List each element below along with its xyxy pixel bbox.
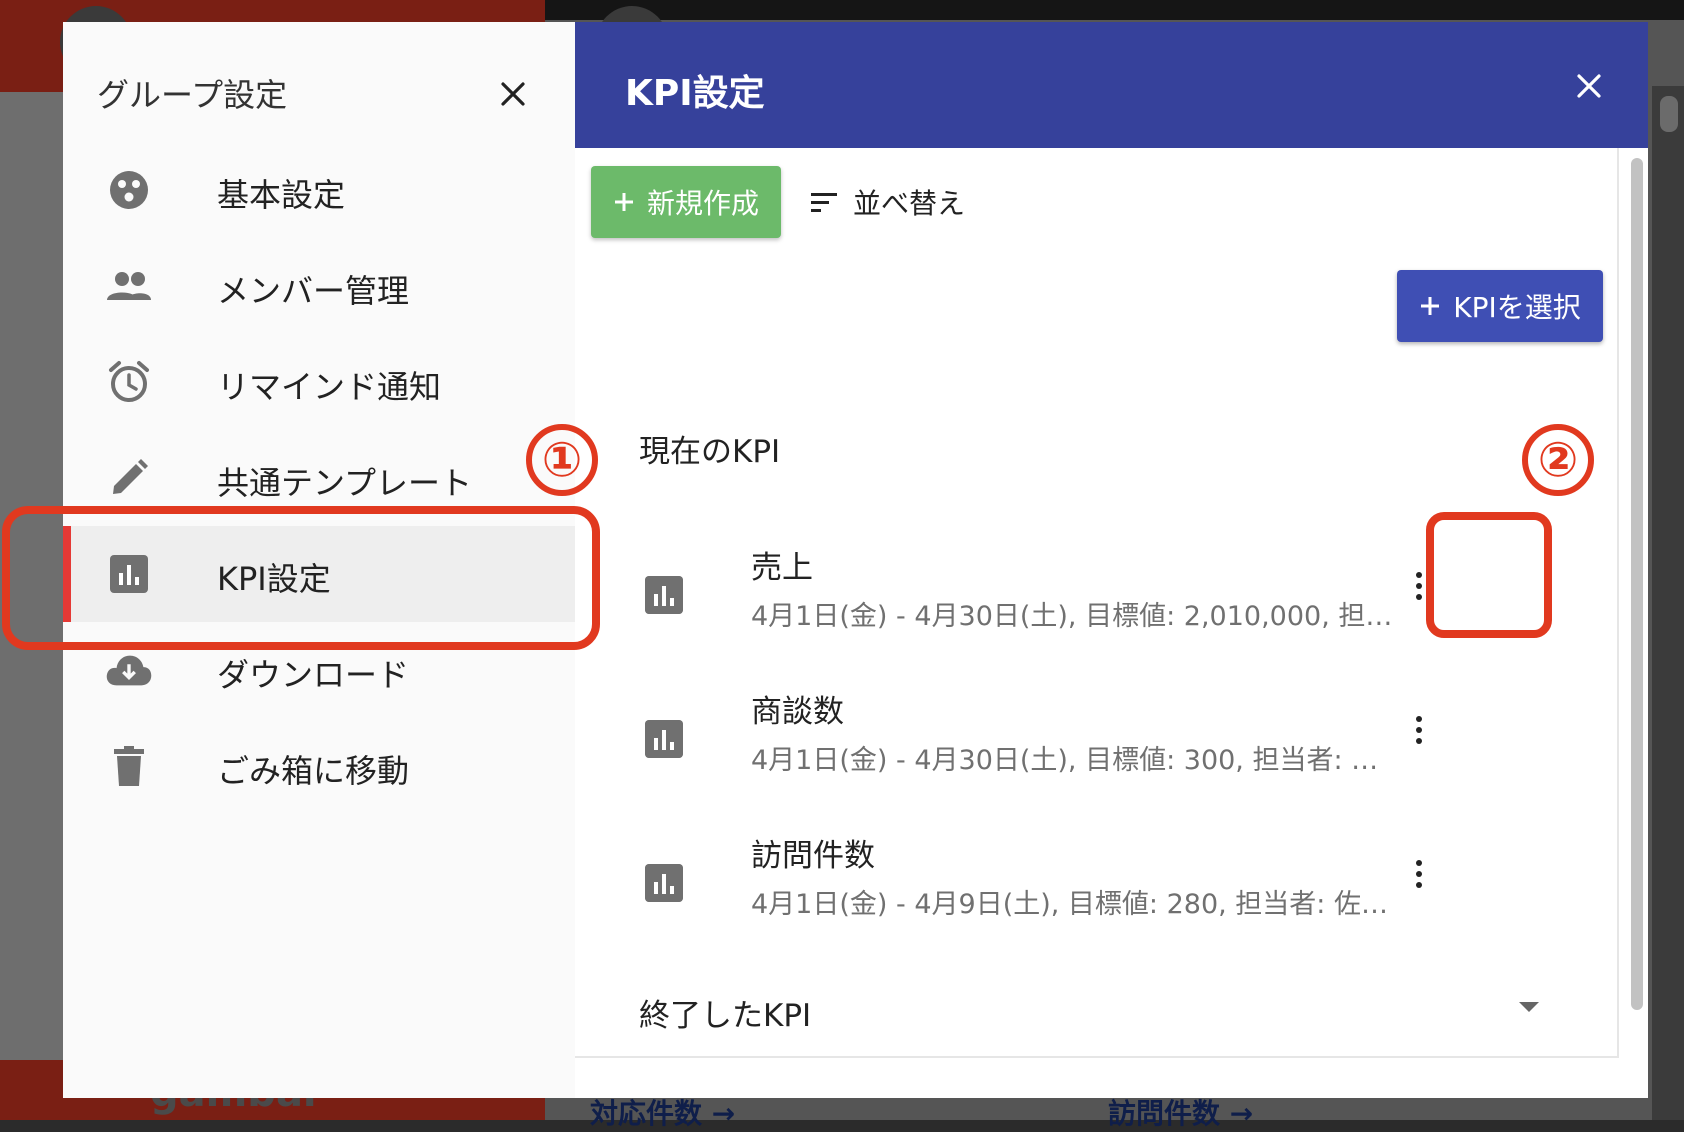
sort-icon	[811, 193, 837, 212]
kpi-name: 商談数	[751, 694, 844, 730]
group-settings-title: グループ設定	[97, 76, 288, 114]
kpi-more-menu-button[interactable]	[1395, 700, 1443, 760]
annotation-step-1: ①	[526, 424, 598, 496]
kpi-name: 訪問件数	[751, 838, 875, 874]
kpi-list-item[interactable]: 訪問件数 4月1日(金) - 4月9日(土), 目標値: 280, 担当者: 佐…	[575, 830, 1619, 964]
kpi-scrollbar-thumb[interactable]	[1631, 158, 1643, 1010]
close-icon	[1577, 74, 1601, 98]
annotation-highlight-kpi-settings	[2, 506, 600, 650]
pencil-icon	[105, 454, 153, 502]
kpi-more-menu-button[interactable]	[1395, 844, 1443, 904]
menu-item-remind-notification[interactable]: リマインド通知	[63, 334, 575, 430]
kpi-detail: 4月1日(金) - 4月30日(土), 目標値: 2,010,000, 担当者:…	[751, 601, 1401, 632]
menu-item-label: 基本設定	[217, 176, 346, 214]
menu-item-label: ごみ箱に移動	[217, 752, 410, 790]
menu-item-member-management[interactable]: メンバー管理	[63, 238, 575, 334]
new-kpi-label: 新規作成	[646, 187, 759, 220]
menu-item-label: ダウンロード	[217, 656, 410, 694]
chart-icon	[645, 864, 683, 902]
annotation-highlight-more-menu	[1426, 512, 1552, 638]
background-top-bar	[545, 0, 1684, 20]
kpi-list-item[interactable]: 商談数 4月1日(金) - 4月30日(土), 目標値: 300, 担当者: 佐…	[575, 686, 1619, 820]
kpi-settings-close-button[interactable]	[1563, 60, 1615, 112]
plus-icon	[614, 193, 633, 211]
kpi-name: 売上	[751, 550, 813, 586]
background-scrollbar-track	[1652, 86, 1684, 1120]
annotation-step-2: ②	[1522, 424, 1594, 496]
palette-icon	[105, 166, 153, 214]
kpi-detail: 4月1日(金) - 4月30日(土), 目標値: 300, 担当者: 佐藤...	[751, 745, 1401, 776]
chart-icon	[645, 576, 683, 614]
menu-item-move-to-trash[interactable]: ごみ箱に移動	[63, 718, 575, 814]
kpi-settings-header: KPI設定	[575, 22, 1648, 148]
alarm-icon	[105, 358, 153, 406]
people-icon	[105, 262, 153, 310]
sort-label: 並べ替え	[853, 187, 966, 220]
kpi-detail: 4月1日(金) - 4月9日(土), 目標値: 280, 担当者: 佐藤 ...	[751, 889, 1401, 920]
plus-icon	[1421, 297, 1440, 315]
menu-item-label: メンバー管理	[217, 272, 410, 310]
new-kpi-button[interactable]: 新規作成	[591, 166, 781, 238]
current-kpi-heading: 現在のKPI	[639, 434, 781, 470]
select-kpi-label: KPIを選択	[1453, 291, 1581, 324]
background-label: 対応件数 →	[590, 1097, 736, 1130]
chart-icon	[645, 720, 683, 758]
trash-icon	[105, 742, 153, 790]
menu-item-label: リマインド通知	[217, 368, 442, 406]
close-icon	[501, 82, 525, 106]
menu-item-basic-settings[interactable]: 基本設定	[63, 142, 575, 238]
caret-down-icon[interactable]	[1519, 1002, 1539, 1012]
ended-kpi-heading[interactable]: 終了したKPI	[639, 990, 811, 1035]
sort-button[interactable]: 並べ替え	[811, 172, 965, 232]
cloud-download-icon	[105, 646, 153, 694]
menu-item-label: 共通テンプレート	[217, 464, 473, 502]
background-scrollbar-thumb[interactable]	[1660, 96, 1678, 132]
group-settings-close-button[interactable]	[487, 68, 539, 120]
background-label: 訪問件数 →	[1108, 1097, 1254, 1130]
select-kpi-button[interactable]: KPIを選択	[1397, 270, 1603, 342]
kpi-settings-title: KPI設定	[625, 73, 765, 114]
